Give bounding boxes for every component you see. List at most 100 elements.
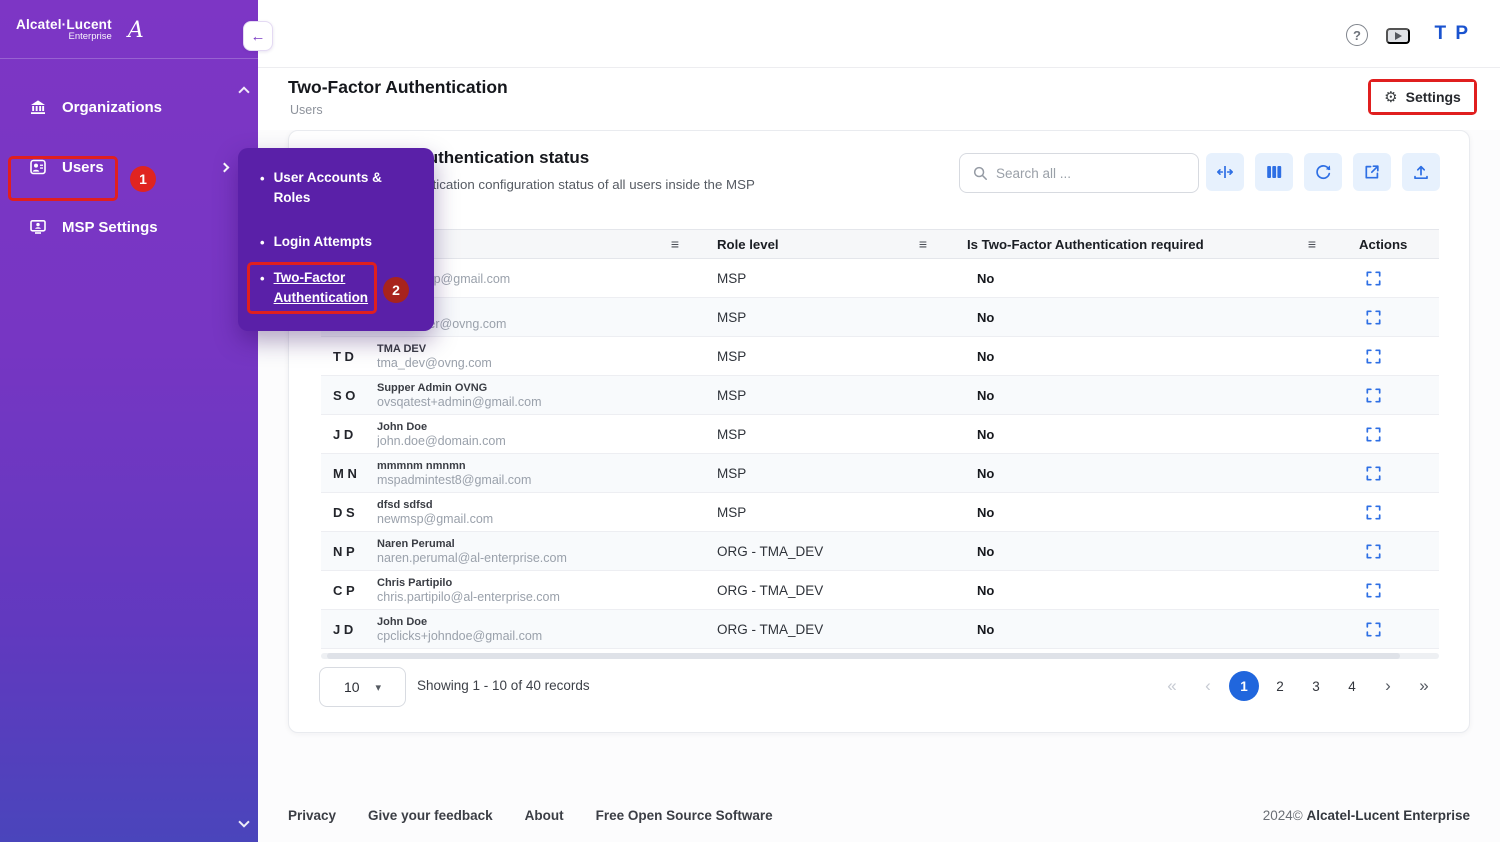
row-required: No — [951, 505, 1331, 520]
footer-link-foss[interactable]: Free Open Source Software — [596, 808, 773, 823]
user-cell: J D John Doe john.doe@domain.com — [321, 421, 701, 448]
actions-cell — [1331, 308, 1439, 327]
row-name: John Doe — [377, 421, 506, 433]
table-row[interactable]: D S dfsd sdfsd newmsp@gmail.com MSP No — [321, 493, 1439, 532]
user-cell: T D TMA DEV tma_dev@ovng.com — [321, 343, 701, 370]
page-button[interactable]: 3 — [1301, 671, 1331, 701]
walkthrough-button[interactable] — [1386, 28, 1410, 44]
expand-row-button[interactable] — [1364, 464, 1383, 483]
expand-row-button[interactable] — [1364, 308, 1383, 327]
table-row[interactable]: …s.to+msp@gmail.com MSP No — [321, 259, 1439, 298]
export-button[interactable] — [1353, 153, 1391, 191]
row-role: MSP — [701, 310, 951, 325]
expand-row-button[interactable] — [1364, 542, 1383, 561]
pagination-bar: 10 ▾ Showing 1 - 10 of 40 records « ‹ 1 … — [319, 665, 1439, 709]
pagination-summary: Showing 1 - 10 of 40 records — [417, 678, 590, 693]
row-role: ORG - TMA_DEV — [701, 583, 951, 598]
table-row[interactable]: M N mmmnm nmnmn mspadmintest8@gmail.com … — [321, 454, 1439, 493]
annotation-box-settings: ⚙ Settings — [1368, 79, 1477, 115]
back-button[interactable]: ← — [243, 21, 273, 51]
row-avatar-initials: J D — [333, 427, 367, 442]
actions-cell — [1331, 386, 1439, 405]
expand-row-button[interactable] — [1364, 581, 1383, 600]
expand-icon — [1364, 269, 1383, 288]
sidebar-item-organizations[interactable]: Organizations — [0, 85, 258, 129]
table-row[interactable]: J D John Doe cpclicks+johndoe@gmail.com … — [321, 610, 1439, 649]
column-menu-icon[interactable]: ≡ — [1308, 237, 1316, 251]
sidebar-scroll-down-icon[interactable] — [238, 816, 249, 827]
table-body: …s.to+msp@gmail.com MSP No …viewer …p_vi… — [321, 259, 1439, 649]
copyright-name: Alcatel-Lucent Enterprise — [1306, 808, 1470, 823]
page-button[interactable]: 4 — [1337, 671, 1367, 701]
expand-row-button[interactable] — [1364, 269, 1383, 288]
table-row[interactable]: S O Supper Admin OVNG ovsqatest+admin@gm… — [321, 376, 1439, 415]
horizontal-scrollbar — [321, 653, 1439, 659]
submenu-item-login-attempts[interactable]: • Login Attempts — [260, 232, 372, 253]
footer-link-privacy[interactable]: Privacy — [288, 808, 336, 823]
user-avatar-initials[interactable]: T P — [1434, 23, 1470, 45]
footer-link-feedback[interactable]: Give your feedback — [368, 808, 493, 823]
next-page-button[interactable]: › — [1373, 671, 1403, 701]
table-row[interactable]: N P Naren Perumal naren.perumal@al-enter… — [321, 532, 1439, 571]
expand-row-button[interactable] — [1364, 386, 1383, 405]
settings-button[interactable]: ⚙ Settings — [1371, 82, 1474, 112]
page-size-select[interactable]: 10 ▾ — [319, 667, 406, 707]
row-role: MSP — [701, 427, 951, 442]
breadcrumb[interactable]: Users — [290, 103, 323, 117]
row-email: cpclicks+johndoe@gmail.com — [377, 629, 542, 643]
content-card: Two-Factor Authentication status Two-Fac… — [288, 130, 1470, 733]
row-required: No — [951, 388, 1331, 403]
prev-page-button[interactable]: ‹ — [1193, 671, 1223, 701]
columns-button[interactable] — [1255, 153, 1293, 191]
row-name: John Doe — [377, 616, 542, 628]
row-avatar-initials: S O — [333, 388, 367, 403]
row-email: chris.partipilo@al-enterprise.com — [377, 590, 560, 604]
expand-row-button[interactable] — [1364, 620, 1383, 639]
row-avatar-initials: T D — [333, 349, 367, 364]
fit-columns-button[interactable] — [1206, 153, 1244, 191]
row-required: No — [951, 271, 1331, 286]
column-menu-icon[interactable]: ≡ — [919, 237, 927, 251]
fit-columns-icon — [1215, 162, 1235, 182]
expand-row-button[interactable] — [1364, 503, 1383, 522]
actions-cell — [1331, 620, 1439, 639]
row-required: No — [951, 349, 1331, 364]
sidebar-item-msp-settings[interactable]: MSP Settings — [0, 205, 258, 249]
actions-cell — [1331, 503, 1439, 522]
row-role: MSP — [701, 466, 951, 481]
actions-cell — [1331, 347, 1439, 366]
annotation-box-users — [8, 156, 118, 201]
organizations-icon — [28, 97, 48, 117]
search-input[interactable] — [996, 166, 1186, 181]
msp-settings-icon — [28, 217, 48, 237]
last-page-button[interactable]: » — [1409, 671, 1439, 701]
expand-icon — [1364, 581, 1383, 600]
search-icon — [972, 165, 988, 181]
back-arrow-icon: ← — [251, 28, 266, 45]
page-button[interactable]: 2 — [1265, 671, 1295, 701]
column-header-tfa-required: Is Two-Factor Authentication required ≡ — [951, 237, 1331, 252]
table-row[interactable]: …viewer …p_viewer@ovng.com MSP No — [321, 298, 1439, 337]
help-button[interactable]: ? — [1346, 24, 1368, 46]
upload-button[interactable] — [1402, 153, 1440, 191]
column-menu-icon[interactable]: ≡ — [671, 237, 679, 251]
bullet-icon: • — [260, 233, 265, 253]
table-row[interactable]: T D TMA DEV tma_dev@ovng.com MSP No — [321, 337, 1439, 376]
horizontal-scrollbar-thumb[interactable] — [327, 653, 1400, 659]
submenu-item-user-accounts-roles[interactable]: • User Accounts & Roles — [260, 168, 418, 209]
table-row[interactable]: C P Chris Partipilo chris.partipilo@al-e… — [321, 571, 1439, 610]
row-required: No — [951, 622, 1331, 637]
expand-row-button[interactable] — [1364, 347, 1383, 366]
bullet-icon: • — [260, 169, 265, 189]
row-required: No — [951, 466, 1331, 481]
first-page-button[interactable]: « — [1157, 671, 1187, 701]
row-role: MSP — [701, 349, 951, 364]
expand-row-button[interactable] — [1364, 425, 1383, 444]
table-row[interactable]: J D John Doe john.doe@domain.com MSP No — [321, 415, 1439, 454]
search-box — [959, 153, 1199, 193]
page-button[interactable]: 1 — [1229, 671, 1259, 701]
refresh-button[interactable] — [1304, 153, 1342, 191]
expand-icon — [1364, 347, 1383, 366]
footer-link-about[interactable]: About — [525, 808, 564, 823]
expand-icon — [1364, 425, 1383, 444]
